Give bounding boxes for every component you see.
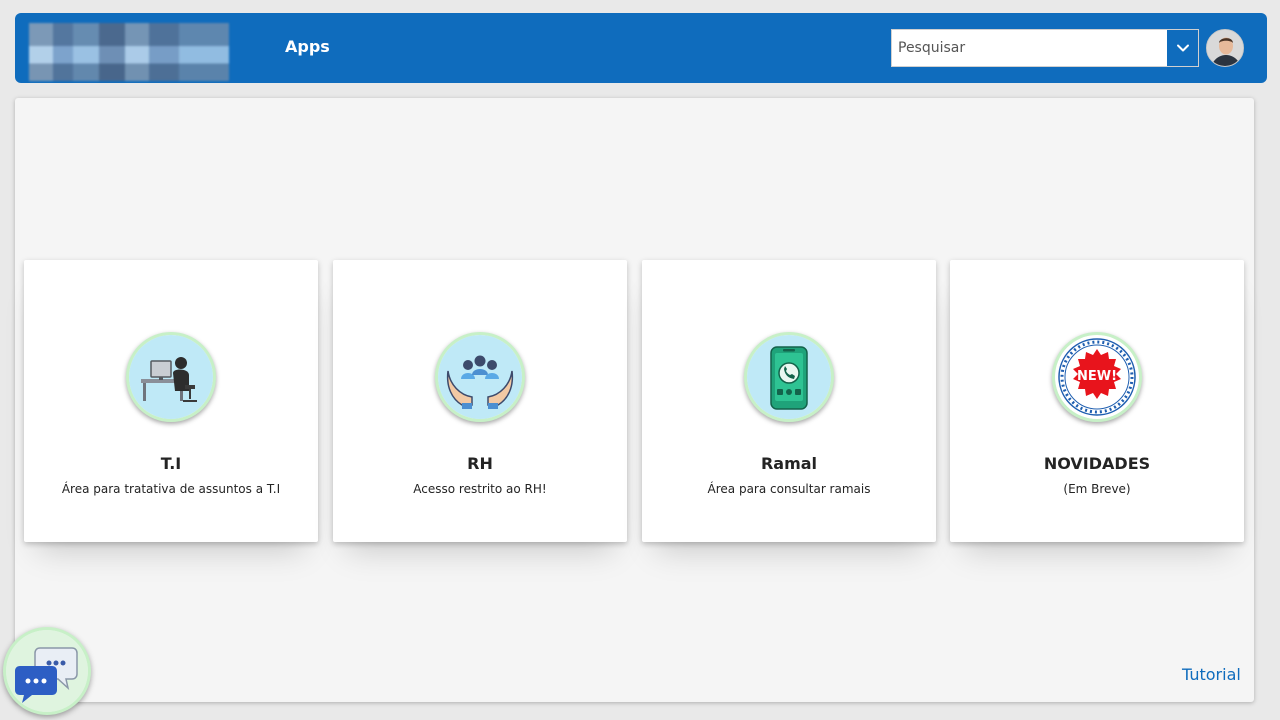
card-novidades[interactable]: NEW! NOVIDADES (Em Breve) xyxy=(950,260,1244,542)
it-support-desk-icon xyxy=(126,332,216,422)
card-ti-title: T.I xyxy=(160,454,182,473)
card-ramal[interactable]: Ramal Área para consultar ramais xyxy=(642,260,936,542)
chevron-down-icon xyxy=(1176,44,1189,52)
user-avatar[interactable] xyxy=(1206,29,1244,67)
chat-button[interactable] xyxy=(3,627,91,715)
company-logo xyxy=(29,23,229,81)
search-dropdown-button[interactable] xyxy=(1166,30,1198,66)
tutorial-link[interactable]: Tutorial xyxy=(1182,665,1241,684)
app-title: Apps xyxy=(285,37,330,56)
card-novidades-description: (Em Breve) xyxy=(1063,482,1131,496)
phone-extension-icon xyxy=(744,332,834,422)
card-rh-description: Acesso restrito ao RH! xyxy=(413,482,547,496)
card-novidades-title: NOVIDADES xyxy=(1043,454,1151,473)
card-ti-description: Área para tratativa de assuntos a T.I xyxy=(61,482,281,496)
card-ti[interactable]: T.I Área para tratativa de assuntos a T.… xyxy=(24,260,318,542)
chat-bubbles-icon xyxy=(6,630,88,712)
new-badge-icon: NEW! xyxy=(1052,332,1142,422)
hands-people-icon xyxy=(435,332,525,422)
search-input[interactable] xyxy=(892,30,1166,66)
new-badge-text: NEW! xyxy=(1077,369,1117,384)
main-panel: T.I Área para tratativa de assuntos a T.… xyxy=(15,98,1254,702)
card-ramal-title: Ramal xyxy=(760,454,818,473)
search-box xyxy=(891,29,1199,67)
card-ramal-description: Área para consultar ramais xyxy=(707,482,871,496)
card-rh[interactable]: RH Acesso restrito ao RH! xyxy=(333,260,627,542)
card-rh-title: RH xyxy=(467,454,493,473)
